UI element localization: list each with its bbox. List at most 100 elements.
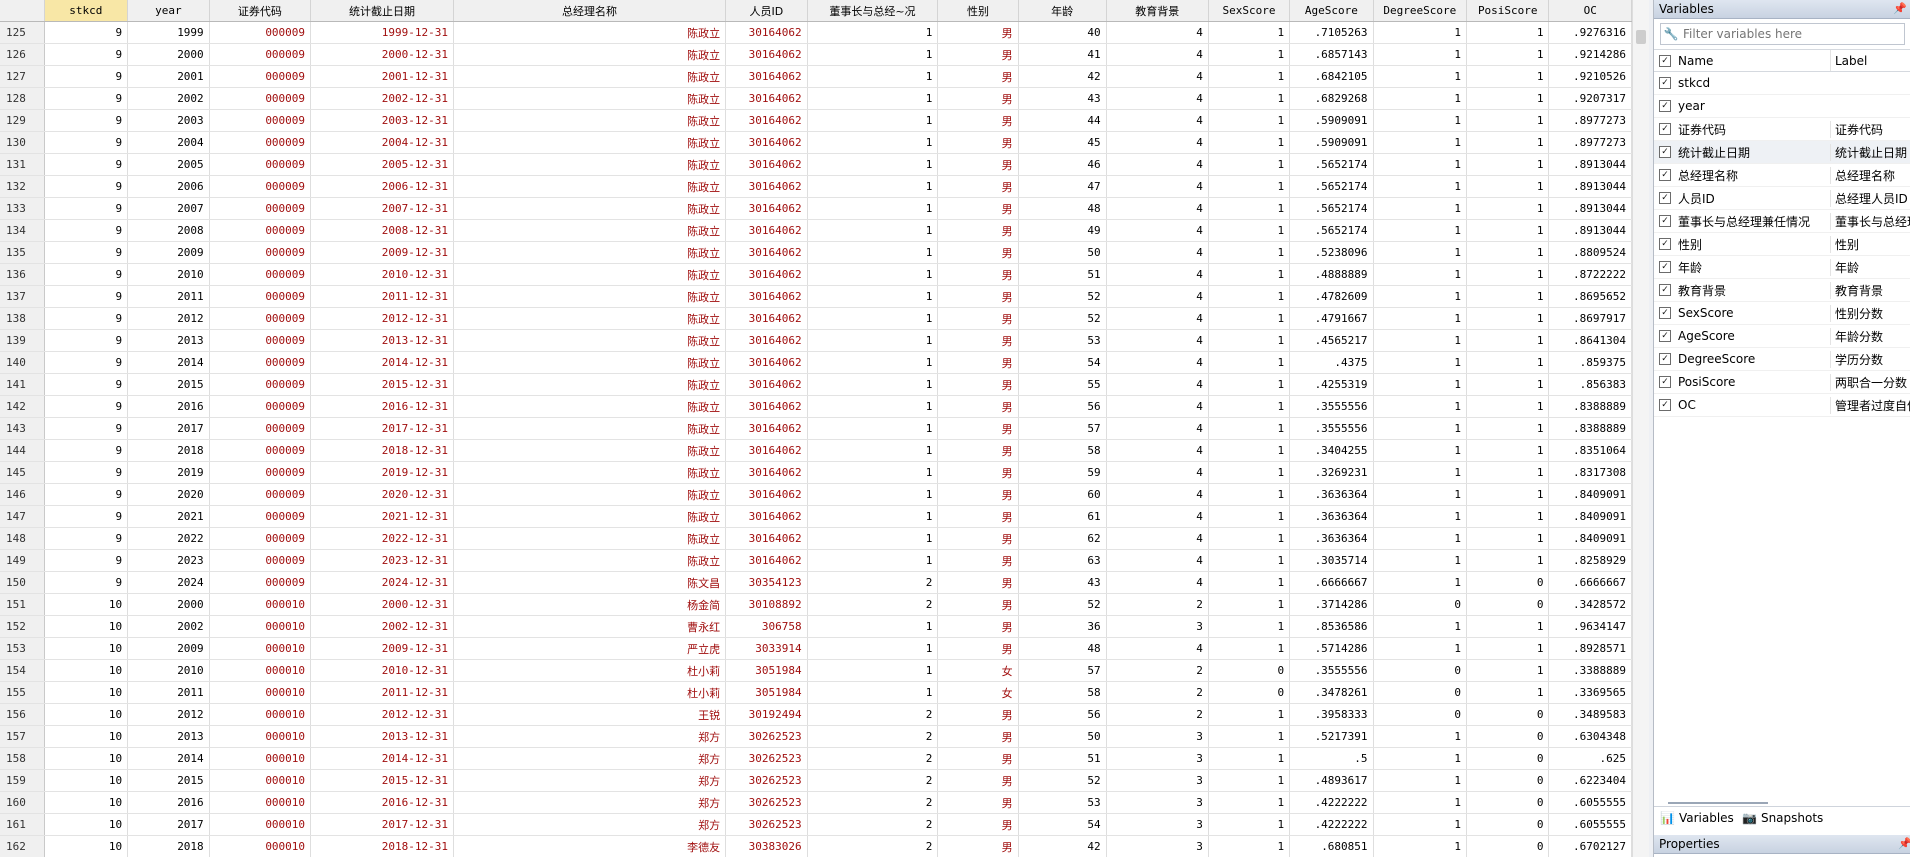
table-cell[interactable]: 1 xyxy=(1373,769,1468,792)
table-cell[interactable]: 2006-12-31 xyxy=(310,175,454,198)
table-cell[interactable]: 1 xyxy=(1466,307,1550,330)
table-cell[interactable]: 2010 xyxy=(127,263,210,286)
table-cell[interactable]: 2002 xyxy=(127,87,210,110)
table-cell[interactable]: 王锐 xyxy=(453,703,727,726)
table-cell[interactable]: 000010 xyxy=(209,835,312,857)
variable-row[interactable]: ✓ OC 管理者过度自信 xyxy=(1654,394,1910,417)
table-cell[interactable]: 3051984 xyxy=(725,659,808,682)
table-cell[interactable]: 000009 xyxy=(209,505,312,528)
table-cell[interactable]: 2024-12-31 xyxy=(310,571,454,594)
table-row[interactable]: 143 9 2017 000009 2017-12-31 陈政立 30164062 1 男 57 4… xyxy=(0,417,1632,440)
table-cell[interactable]: 2011-12-31 xyxy=(310,285,454,308)
table-cell[interactable]: .6304348 xyxy=(1548,725,1632,748)
variable-checkbox[interactable]: ✓ xyxy=(1654,353,1676,365)
table-cell[interactable]: 1 xyxy=(1373,109,1468,132)
table-row[interactable]: 136 9 2010 000009 2010-12-31 陈政立 30164062 1 男 51 4… xyxy=(0,263,1632,286)
table-cell[interactable]: 2 xyxy=(807,593,939,616)
table-cell[interactable]: .8409091 xyxy=(1548,505,1632,528)
table-cell[interactable]: 51 xyxy=(1018,747,1107,770)
table-cell[interactable]: 2018-12-31 xyxy=(310,835,454,857)
table-cell[interactable]: 男 xyxy=(937,307,1019,330)
table-cell[interactable]: 000009 xyxy=(209,571,312,594)
table-cell[interactable]: .8317308 xyxy=(1548,461,1632,484)
table-cell[interactable]: 2000-12-31 xyxy=(310,593,454,616)
table-row[interactable]: 155 10 2011 000010 2011-12-31 杜小莉 3051984 1 女 58 2… xyxy=(0,681,1632,704)
variable-checkbox[interactable]: ✓ xyxy=(1654,192,1676,204)
table-cell[interactable]: 10 xyxy=(44,747,129,770)
table-cell[interactable]: 1 xyxy=(1373,615,1468,638)
table-cell[interactable]: 000010 xyxy=(209,659,312,682)
table-cell[interactable]: 1 xyxy=(1373,329,1468,352)
table-cell[interactable]: 1 xyxy=(1466,615,1550,638)
table-cell[interactable]: 1 xyxy=(1373,571,1468,594)
table-row[interactable]: 139 9 2013 000009 2013-12-31 陈政立 30164062 1 男 53 4… xyxy=(0,329,1632,352)
table-cell[interactable]: 1 xyxy=(807,351,939,374)
table-cell[interactable]: 30108892 xyxy=(725,593,808,616)
table-row[interactable]: 141 9 2015 000009 2015-12-31 陈政立 30164062 1 男 55 4… xyxy=(0,373,1632,396)
table-cell[interactable]: 1 xyxy=(1373,263,1468,286)
table-cell[interactable]: 陈文昌 xyxy=(453,571,727,594)
table-cell[interactable]: 000009 xyxy=(209,329,312,352)
table-cell[interactable]: 60 xyxy=(1018,483,1107,506)
table-row[interactable]: 162 10 2018 000010 2018-12-31 李德友 30383026 2 男 42… xyxy=(0,835,1632,857)
variable-checkbox[interactable]: ✓ xyxy=(1654,215,1676,227)
table-cell[interactable]: 1 xyxy=(807,659,939,682)
table-cell[interactable]: 57 xyxy=(1018,659,1107,682)
variable-checkbox[interactable]: ✓ xyxy=(1654,284,1676,296)
table-cell[interactable]: 2 xyxy=(807,725,939,748)
table-cell[interactable]: 1 xyxy=(807,681,939,704)
table-cell[interactable]: .3478261 xyxy=(1289,681,1374,704)
table-cell[interactable]: 男 xyxy=(937,153,1019,176)
table-cell[interactable]: 2012 xyxy=(127,307,210,330)
table-cell[interactable]: 1 xyxy=(807,615,939,638)
table-cell[interactable]: 45 xyxy=(1018,131,1107,154)
table-cell[interactable]: 2017-12-31 xyxy=(310,417,454,440)
table-cell[interactable]: 0 xyxy=(1466,747,1550,770)
filter-box[interactable]: 🔧 xyxy=(1660,23,1905,45)
table-cell[interactable]: 2011 xyxy=(127,285,210,308)
table-cell[interactable]: 000009 xyxy=(209,461,312,484)
table-cell[interactable]: 9 xyxy=(44,329,129,352)
table-cell[interactable]: 30164062 xyxy=(725,131,808,154)
variable-row[interactable]: ✓ 总经理名称 总经理名称 xyxy=(1654,164,1910,187)
table-cell[interactable]: 30164062 xyxy=(725,43,808,66)
table-cell[interactable]: 10 xyxy=(44,769,129,792)
table-cell[interactable]: 0 xyxy=(1466,725,1550,748)
table-cell[interactable]: 9 xyxy=(44,307,129,330)
table-cell[interactable]: 9 xyxy=(44,109,129,132)
table-cell[interactable]: 1 xyxy=(1373,813,1468,836)
table-cell[interactable]: 2018-12-31 xyxy=(310,439,454,462)
table-cell[interactable]: 1 xyxy=(1208,43,1291,66)
table-cell[interactable]: 男 xyxy=(937,175,1019,198)
table-cell[interactable]: .3636364 xyxy=(1289,483,1374,506)
table-cell[interactable]: 1 xyxy=(1208,615,1291,638)
table-cell[interactable]: 57 xyxy=(1018,417,1107,440)
table-cell[interactable]: 2 xyxy=(807,703,939,726)
table-cell[interactable]: 陈政立 xyxy=(453,483,727,506)
table-cell[interactable]: 男 xyxy=(937,483,1019,506)
table-cell[interactable]: 1 xyxy=(807,153,939,176)
table-cell[interactable]: 36 xyxy=(1018,615,1107,638)
table-cell[interactable]: 1 xyxy=(1208,197,1291,220)
table-cell[interactable]: 2021-12-31 xyxy=(310,505,454,528)
table-cell[interactable]: 0 xyxy=(1466,791,1550,814)
table-cell[interactable]: 2014-12-31 xyxy=(310,351,454,374)
table-cell[interactable]: 陈政立 xyxy=(453,549,727,572)
table-cell[interactable]: 男 xyxy=(937,593,1019,616)
table-cell[interactable]: 男 xyxy=(937,285,1019,308)
table-cell[interactable]: 1 xyxy=(1208,505,1291,528)
table-cell[interactable]: 1 xyxy=(807,395,939,418)
table-cell[interactable]: 1 xyxy=(1373,637,1468,660)
table-cell[interactable]: 30164062 xyxy=(725,329,808,352)
variable-checkbox[interactable]: ✓ xyxy=(1654,307,1676,319)
table-cell[interactable]: 1 xyxy=(1373,483,1468,506)
column-header[interactable]: 证券代码 xyxy=(209,0,312,22)
table-cell[interactable]: .6829268 xyxy=(1289,87,1374,110)
table-cell[interactable]: .9207317 xyxy=(1548,87,1632,110)
table-cell[interactable]: 10 xyxy=(44,593,129,616)
variable-checkbox[interactable]: ✓ xyxy=(1654,123,1676,135)
table-cell[interactable]: 郑方 xyxy=(453,725,727,748)
table-cell[interactable]: 9 xyxy=(44,263,129,286)
table-cell[interactable]: .4255319 xyxy=(1289,373,1374,396)
table-cell[interactable]: .3714286 xyxy=(1289,593,1374,616)
